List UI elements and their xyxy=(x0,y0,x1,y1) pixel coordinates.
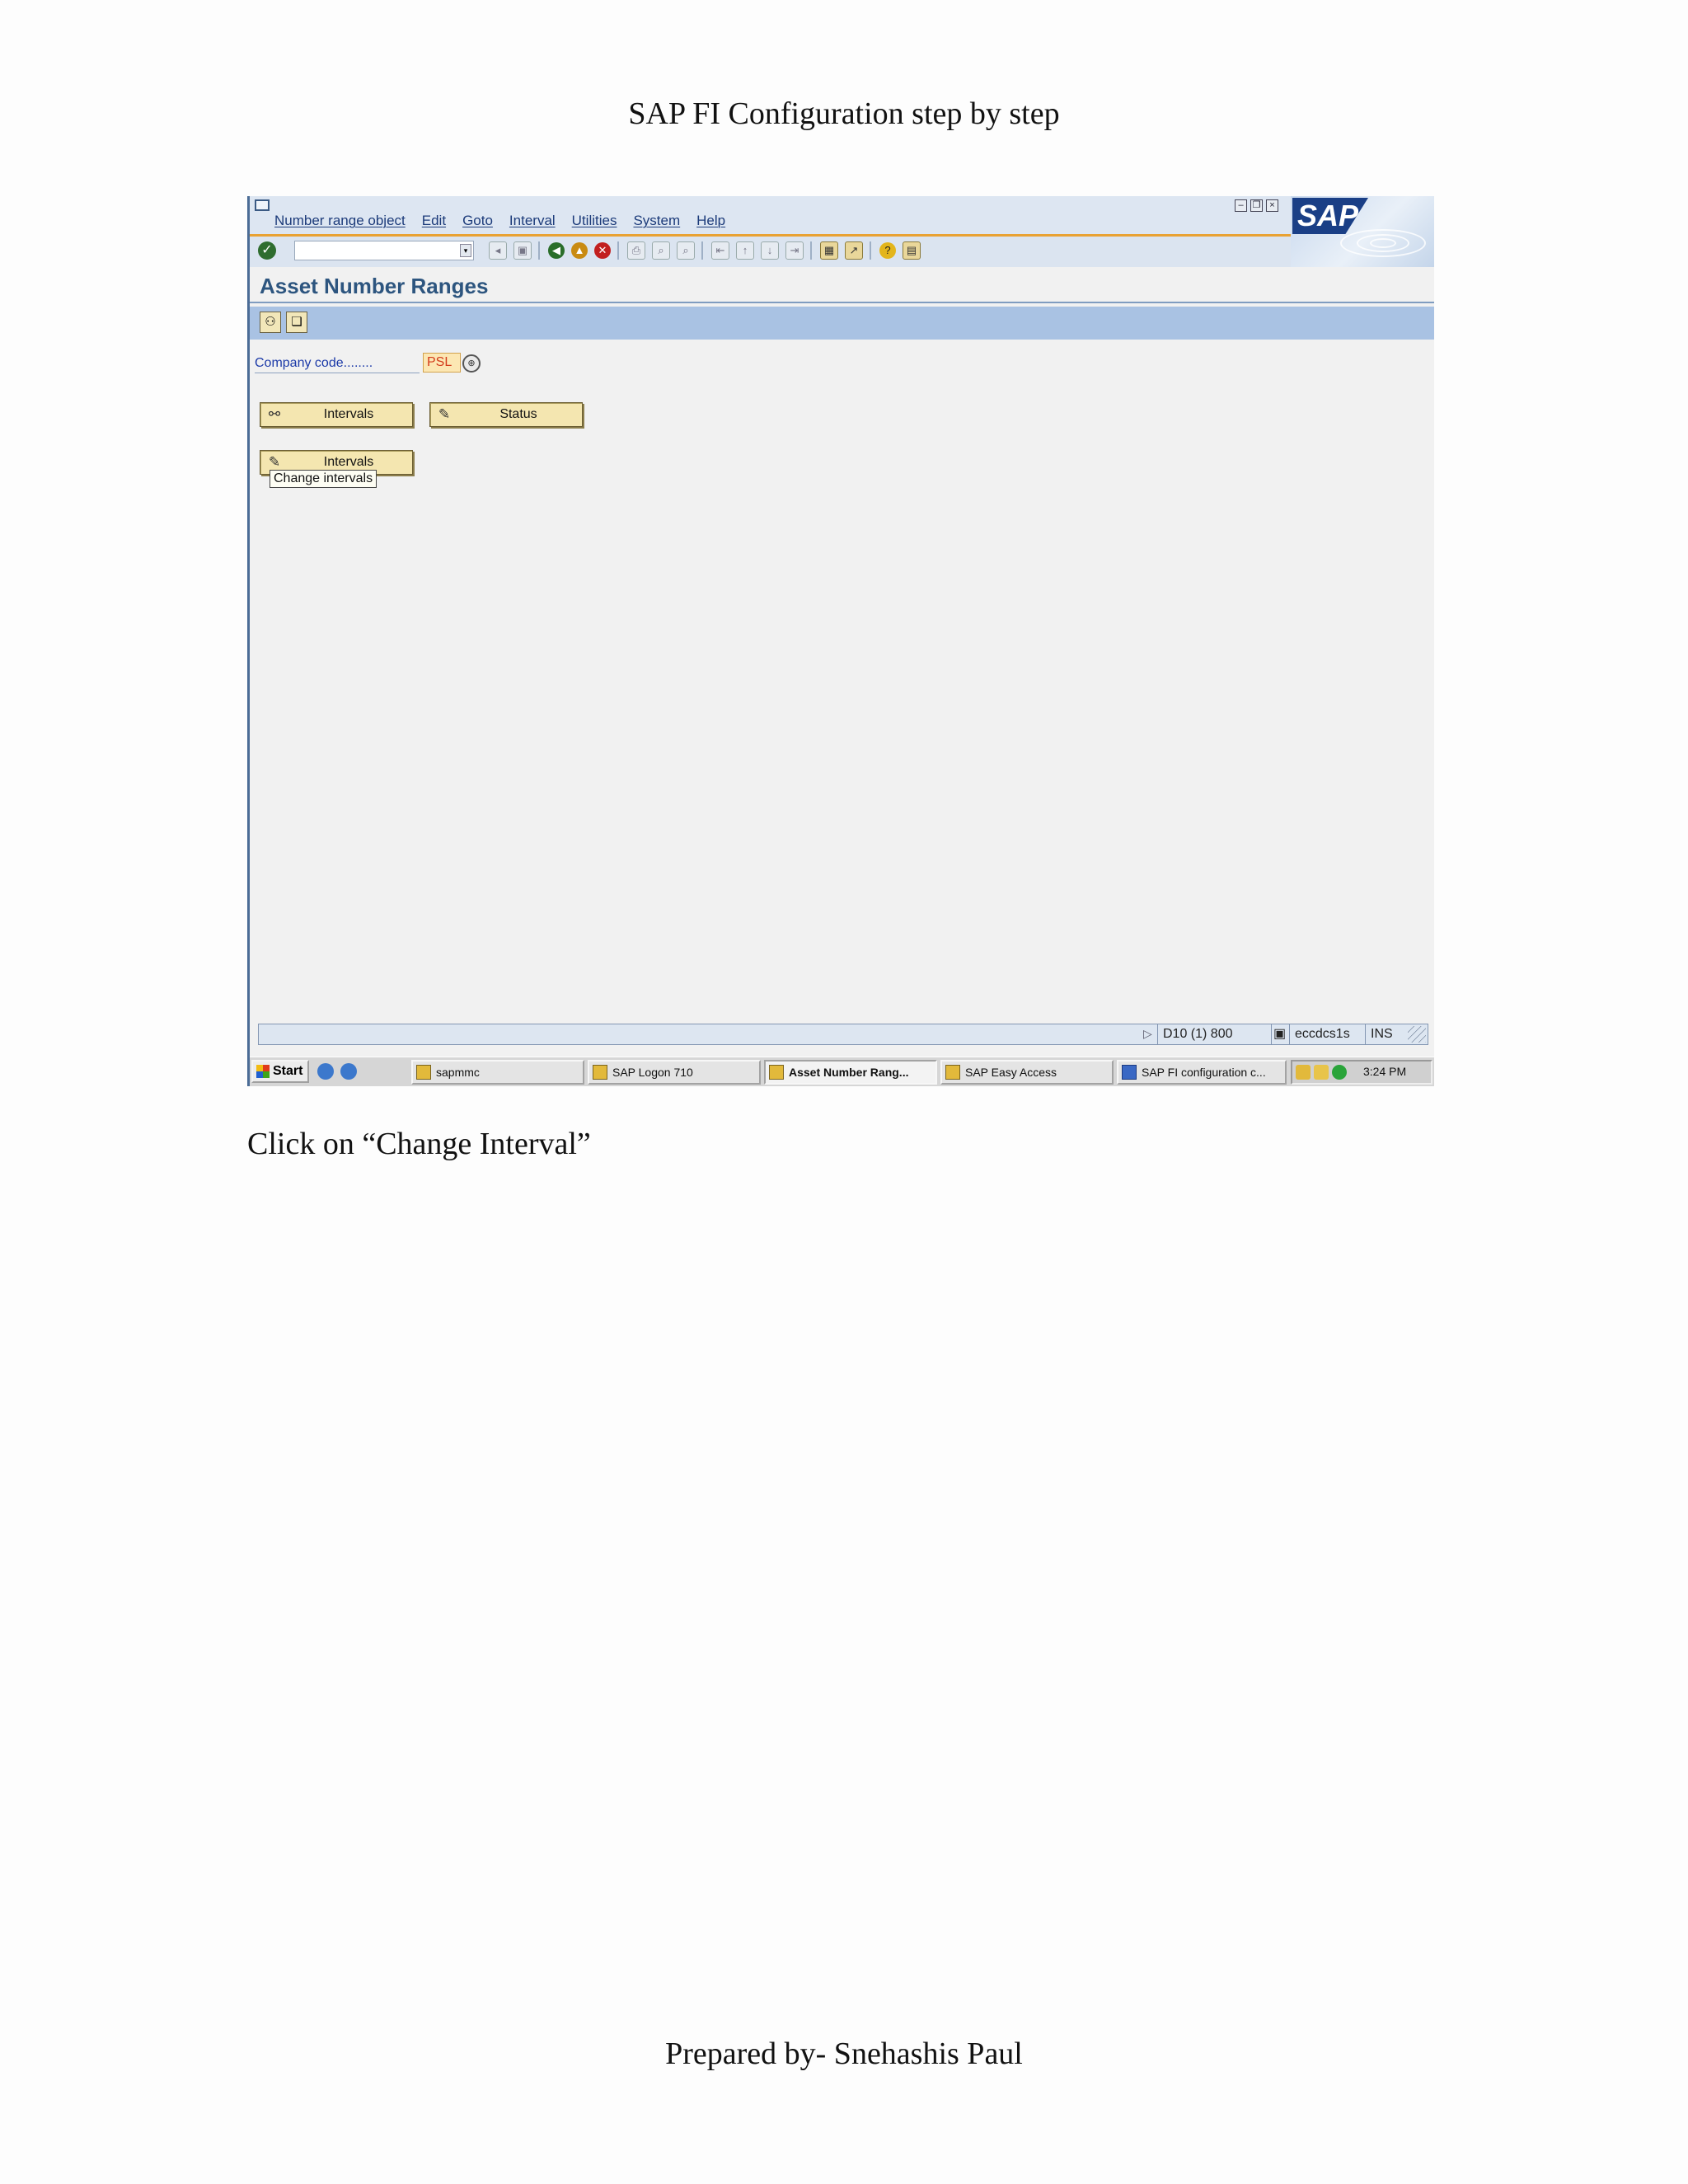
document-footer: Prepared by- Snehashis Paul xyxy=(665,2036,1023,2071)
enter-check-icon[interactable]: ✓ xyxy=(258,241,276,260)
status-mode: INS xyxy=(1365,1024,1401,1044)
tray-warning-icon[interactable] xyxy=(1314,1065,1329,1080)
taskbar-item-asset-number-ranges[interactable]: Asset Number Rang... xyxy=(764,1060,937,1085)
change-intervals-tooltip: Change intervals xyxy=(270,470,377,488)
close-icon[interactable]: × xyxy=(1266,199,1278,212)
taskbar-clock: 3:24 PM xyxy=(1363,1065,1407,1078)
find-next-icon[interactable]: ⌕ xyxy=(677,241,695,260)
last-page-icon[interactable]: ⇥ xyxy=(785,241,804,260)
app-icon xyxy=(945,1065,960,1080)
sap-window: Number range object Edit Goto Interval U… xyxy=(247,196,1434,1086)
print-icon[interactable]: ⎙ xyxy=(627,241,645,260)
back-icon[interactable]: ◀ xyxy=(548,242,565,259)
tray-sap-icon[interactable] xyxy=(1296,1065,1311,1080)
next-page-icon[interactable]: ↓ xyxy=(761,241,779,260)
pencil-icon: ✎ xyxy=(438,406,451,422)
status-server: eccdcs1s xyxy=(1289,1024,1365,1044)
minimize-icon[interactable]: – xyxy=(1235,199,1247,212)
copy-icon[interactable]: ❏ xyxy=(286,312,307,333)
menu-list: Number range object Edit Goto Interval U… xyxy=(274,213,742,229)
instruction-caption: Click on “Change Interval” xyxy=(247,1127,591,1161)
tray-status-icon[interactable] xyxy=(1332,1065,1347,1080)
app-icon xyxy=(416,1065,431,1080)
status-expand-icon[interactable]: ▷ xyxy=(1143,1027,1152,1041)
document-title: SAP FI Configuration step by step xyxy=(628,96,1060,131)
word-icon xyxy=(1122,1065,1137,1080)
system-menu-icon[interactable] xyxy=(255,199,270,211)
command-dropdown-icon[interactable]: ▾ xyxy=(460,244,471,257)
menu-system[interactable]: System xyxy=(633,213,680,229)
application-toolbar: ⚇ ❏ xyxy=(250,307,1434,340)
shortcut-icon[interactable]: ↗ xyxy=(845,241,863,260)
taskbar-item-word-document[interactable]: SAP FI configuration c... xyxy=(1117,1060,1287,1085)
resize-grip-icon[interactable] xyxy=(1408,1026,1426,1043)
back-arrow-icon[interactable]: ◂ xyxy=(489,241,507,260)
find-icon[interactable]: ⌕ xyxy=(652,241,670,260)
toolbar-icons: ◂ ▣ ◀ ▲ ✕ ⎙ ⌕ ⌕ ⇤ ↑ ↓ ⇥ ▦ ↗ ? ▤ xyxy=(489,241,927,260)
app-icon xyxy=(593,1065,607,1080)
menu-interval[interactable]: Interval xyxy=(509,213,556,229)
menu-help[interactable]: Help xyxy=(696,213,725,229)
save-icon[interactable]: ▣ xyxy=(513,241,532,260)
sap-logo: SAP xyxy=(1291,196,1434,267)
system-tray: 3:24 PM xyxy=(1291,1060,1432,1085)
start-button[interactable]: Start xyxy=(251,1060,309,1083)
screen-title: Asset Number Ranges xyxy=(260,274,489,298)
maintain-person-icon[interactable]: ⚇ xyxy=(260,312,281,333)
help-icon[interactable]: ? xyxy=(879,242,896,259)
matchcode-icon[interactable]: ⊕ xyxy=(462,354,481,373)
cancel-icon[interactable]: ✕ xyxy=(594,242,611,259)
company-code-label: Company code........ xyxy=(255,356,420,373)
display-intervals-button[interactable]: ⚯ Intervals xyxy=(260,402,413,427)
menu-edit[interactable]: Edit xyxy=(422,213,446,229)
title-divider xyxy=(250,302,1434,303)
glasses-icon: ⚯ xyxy=(268,406,281,422)
menu-utilities[interactable]: Utilities xyxy=(572,213,617,229)
windows-flag-icon xyxy=(256,1065,270,1078)
desktop-icon[interactable] xyxy=(317,1063,334,1080)
internet-explorer-icon[interactable] xyxy=(340,1063,357,1080)
menu-goto[interactable]: Goto xyxy=(462,213,493,229)
company-code-field[interactable]: PSL xyxy=(423,353,461,373)
restore-icon[interactable]: ❐ xyxy=(1250,199,1263,212)
menu-bar: Number range object Edit Goto Interval U… xyxy=(250,196,1434,234)
status-system-icon[interactable]: ▣ xyxy=(1271,1024,1287,1044)
menu-number-range-object[interactable]: Number range object xyxy=(274,213,406,229)
layout-menu-icon[interactable]: ▤ xyxy=(903,241,921,260)
previous-page-icon[interactable]: ↑ xyxy=(736,241,754,260)
app-icon xyxy=(769,1065,784,1080)
standard-toolbar: ✓ ▾ ◂ ▣ ◀ ▲ ✕ ⎙ ⌕ ⌕ ⇤ ↑ ↓ ⇥ ▦ ↗ ? ▤ xyxy=(250,234,1291,267)
status-bar: ▷ D10 (1) 800 ▣ eccdcs1s INS xyxy=(258,1024,1428,1045)
exit-icon[interactable]: ▲ xyxy=(571,242,588,259)
status-button[interactable]: ✎ Status xyxy=(429,402,583,427)
sap-logo-mark: SAP xyxy=(1292,198,1368,234)
new-session-icon[interactable]: ▦ xyxy=(820,241,838,260)
status-system: D10 (1) 800 xyxy=(1157,1024,1271,1044)
pencil-icon: ✎ xyxy=(268,454,281,470)
windows-taskbar: Start sapmmc SAP Logon 710 Asset Number … xyxy=(250,1057,1434,1086)
quick-launch xyxy=(317,1063,357,1080)
window-controls: – ❐ × xyxy=(1235,199,1278,212)
taskbar-item-sapmmc[interactable]: sapmmc xyxy=(411,1060,584,1085)
command-field[interactable]: ▾ xyxy=(294,241,474,260)
taskbar-item-sap-logon[interactable]: SAP Logon 710 xyxy=(588,1060,761,1085)
first-page-icon[interactable]: ⇤ xyxy=(711,241,729,260)
taskbar-item-sap-easy-access[interactable]: SAP Easy Access xyxy=(940,1060,1114,1085)
